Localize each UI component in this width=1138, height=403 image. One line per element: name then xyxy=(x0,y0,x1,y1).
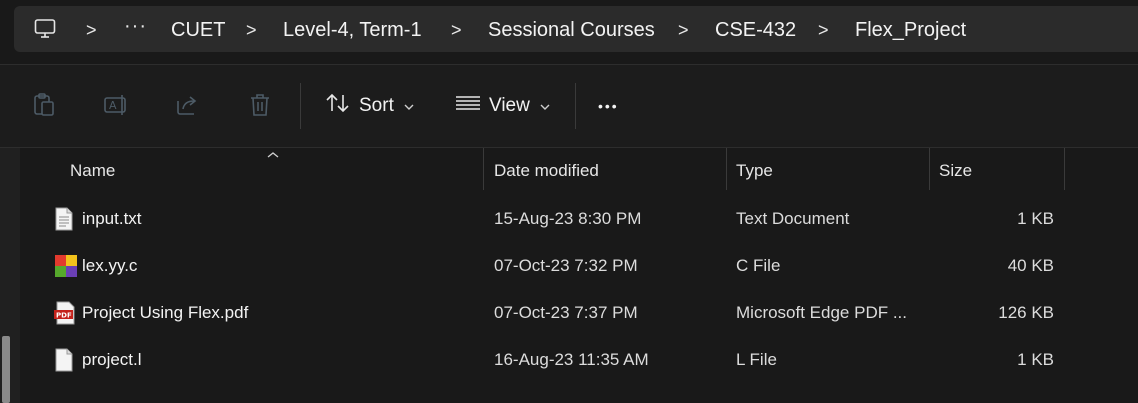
file-size: 1 KB xyxy=(1017,209,1054,228)
chevron-right-icon[interactable]: > xyxy=(86,19,97,41)
svg-text:A: A xyxy=(109,99,117,112)
file-row[interactable]: lex.yy.c 07-Oct-23 7:32 PM C File 40 KB xyxy=(20,244,1138,290)
column-header-size[interactable]: Size xyxy=(939,161,972,181)
view-button[interactable]: View xyxy=(455,92,550,120)
column-header-name[interactable]: Name xyxy=(70,161,115,181)
column-header-row: Name Date modified Type Size xyxy=(20,148,1138,190)
chevron-right-icon[interactable]: > xyxy=(678,19,689,41)
sort-button[interactable]: Sort xyxy=(325,92,414,120)
file-date: 16-Aug-23 11:35 AM xyxy=(494,350,649,369)
sort-label: Sort xyxy=(359,95,394,116)
blank-file-icon xyxy=(54,348,74,377)
file-date: 07-Oct-23 7:37 PM xyxy=(494,303,638,322)
chevron-down-icon xyxy=(404,95,414,117)
divider xyxy=(575,83,576,129)
breadcrumb-sessional-courses[interactable]: Sessional Courses xyxy=(488,19,655,41)
column-header-type[interactable]: Type xyxy=(736,161,773,181)
breadcrumb-level-term[interactable]: Level-4, Term-1 xyxy=(283,19,422,41)
chevron-right-icon[interactable]: > xyxy=(451,19,462,41)
file-name: input.txt xyxy=(82,209,142,228)
share-icon[interactable] xyxy=(175,92,201,123)
file-row[interactable]: PDF Project Using Flex.pdf 07-Oct-23 7:3… xyxy=(20,291,1138,337)
file-name: project.l xyxy=(82,350,142,369)
file-type: L File xyxy=(736,350,777,369)
rename-icon[interactable]: A xyxy=(103,92,131,123)
command-bar: A Sort View ••• xyxy=(0,65,1138,147)
more-options-button[interactable]: ••• xyxy=(598,92,619,120)
file-date: 15-Aug-23 8:30 PM xyxy=(494,209,642,228)
chevron-right-icon[interactable]: > xyxy=(818,19,829,41)
file-type: C File xyxy=(736,256,781,275)
text-file-icon xyxy=(54,207,74,236)
view-icon xyxy=(455,93,481,119)
paste-icon[interactable] xyxy=(31,92,57,123)
breadcrumb-cuet[interactable]: CUET xyxy=(171,19,225,41)
file-row[interactable]: project.l 16-Aug-23 11:35 AM L File 1 KB xyxy=(20,338,1138,384)
svg-text:PDF: PDF xyxy=(56,312,72,320)
breadcrumb-cse-432[interactable]: CSE-432 xyxy=(715,19,796,41)
column-divider[interactable] xyxy=(483,148,484,190)
chevron-right-icon[interactable]: > xyxy=(246,19,257,41)
divider xyxy=(300,83,301,129)
c-file-icon xyxy=(54,254,78,283)
chevron-down-icon xyxy=(540,95,550,117)
file-type: Text Document xyxy=(736,209,850,228)
pdf-file-icon: PDF xyxy=(54,301,76,330)
view-label: View xyxy=(489,95,530,116)
breadcrumb-flex-project[interactable]: Flex_Project xyxy=(855,19,966,41)
delete-icon[interactable] xyxy=(248,92,272,123)
file-size: 1 KB xyxy=(1017,350,1054,369)
file-row[interactable]: input.txt 15-Aug-23 8:30 PM Text Documen… xyxy=(20,197,1138,243)
this-pc-icon[interactable] xyxy=(34,18,56,45)
file-name: lex.yy.c xyxy=(82,256,138,275)
file-type: Microsoft Edge PDF ... xyxy=(736,303,907,322)
sort-ascending-icon xyxy=(267,146,279,164)
file-size: 40 KB xyxy=(1007,256,1054,275)
navigation-scrollbar[interactable] xyxy=(2,336,10,403)
column-header-date[interactable]: Date modified xyxy=(494,161,599,181)
file-date: 07-Oct-23 7:32 PM xyxy=(494,256,638,275)
column-divider[interactable] xyxy=(929,148,930,190)
column-divider[interactable] xyxy=(1064,148,1065,190)
navigation-pane[interactable] xyxy=(0,148,20,403)
file-size: 126 KB xyxy=(998,303,1054,322)
file-name: Project Using Flex.pdf xyxy=(82,303,249,322)
sort-icon xyxy=(325,91,351,121)
breadcrumb-more[interactable]: ··· xyxy=(124,15,147,38)
column-divider[interactable] xyxy=(726,148,727,190)
address-bar[interactable]: > ··· CUET > Level-4, Term-1 > Sessional… xyxy=(14,6,1138,52)
